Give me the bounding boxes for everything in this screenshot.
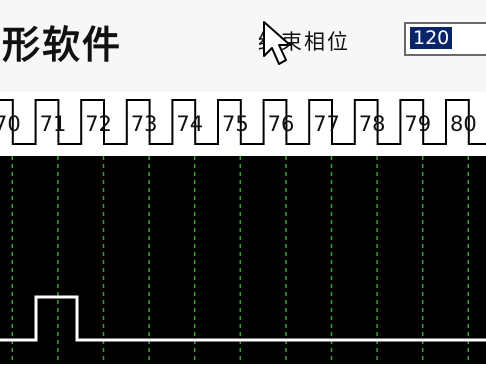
end-phase-input[interactable]: 120 — [404, 22, 486, 56]
waveform-display — [0, 156, 486, 364]
clock-tick-label: 73 — [131, 112, 158, 136]
clock-tick-label: 70 — [0, 112, 21, 136]
grid-lines — [11, 156, 470, 364]
signal-trace — [0, 295, 486, 342]
clock-tick-label: 75 — [222, 112, 249, 136]
clock-waveform: 70 71 72 73 74 75 76 77 78 79 80 — [0, 99, 486, 145]
waveform-canvas — [0, 156, 486, 364]
clock-tick-label: 79 — [404, 112, 431, 136]
clock-tick-label: 80 — [450, 112, 477, 136]
clock-tick-label: 71 — [40, 112, 67, 136]
arrow-cursor-icon — [263, 21, 291, 65]
app-title: 形软件 — [2, 22, 123, 67]
clock-tick-labels: 70 71 72 73 74 75 76 77 78 79 80 — [0, 112, 477, 136]
header-bar: 形软件 结束相位 120 — [0, 0, 486, 92]
clock-tick-label: 72 — [85, 112, 112, 136]
clock-tick-label: 74 — [176, 112, 203, 136]
clock-tick-label: 78 — [359, 112, 386, 136]
clock-tick-label: 77 — [313, 112, 340, 136]
clock-row: 70 71 72 73 74 75 76 77 78 79 80 — [0, 92, 486, 156]
end-phase-value: 120 — [410, 27, 453, 49]
clock-tick-label: 76 — [268, 112, 295, 136]
